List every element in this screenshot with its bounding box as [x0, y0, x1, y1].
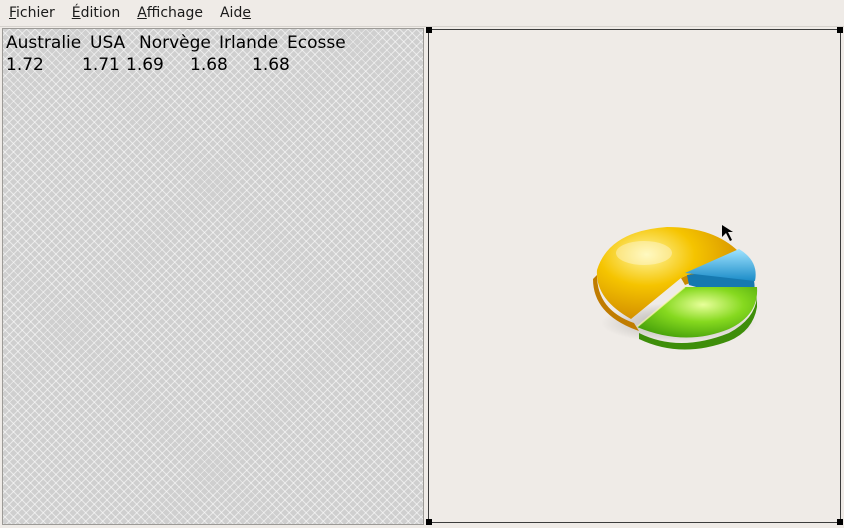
header-cell: USA: [90, 33, 126, 53]
resize-handle-top-left[interactable]: [426, 27, 432, 33]
resize-handle-bottom-left[interactable]: [426, 519, 432, 525]
table-cell: 1.68: [252, 55, 290, 75]
menu-affichage[interactable]: Affichage: [128, 0, 211, 26]
header-cell: Irlande: [219, 33, 279, 53]
resize-handle-bottom-right[interactable]: [837, 519, 843, 525]
header-cell: Ecosse: [287, 33, 346, 53]
data-table-pane[interactable]: Australie USA Norvège Irlande Ecosse 1.7…: [2, 28, 424, 525]
header-cell: Norvège: [139, 33, 211, 53]
chart-canvas[interactable]: [426, 27, 843, 525]
menu-aide[interactable]: Aide: [211, 0, 259, 26]
resize-handle-top-right[interactable]: [837, 27, 843, 33]
header-cell: Australie: [6, 33, 82, 53]
menu-edition[interactable]: Édition: [63, 0, 128, 26]
table-cell: 1.69: [126, 55, 164, 75]
table-cell: 1.72: [6, 55, 44, 75]
table-cell: 1.68: [190, 55, 228, 75]
table-cell: 1.71: [82, 55, 120, 75]
pie-chart-icon: [593, 225, 758, 350]
mouse-cursor-icon: [722, 225, 733, 241]
menu-bar: Fichier Édition Affichage Aide: [0, 0, 844, 27]
menu-fichier[interactable]: Fichier: [0, 0, 63, 26]
